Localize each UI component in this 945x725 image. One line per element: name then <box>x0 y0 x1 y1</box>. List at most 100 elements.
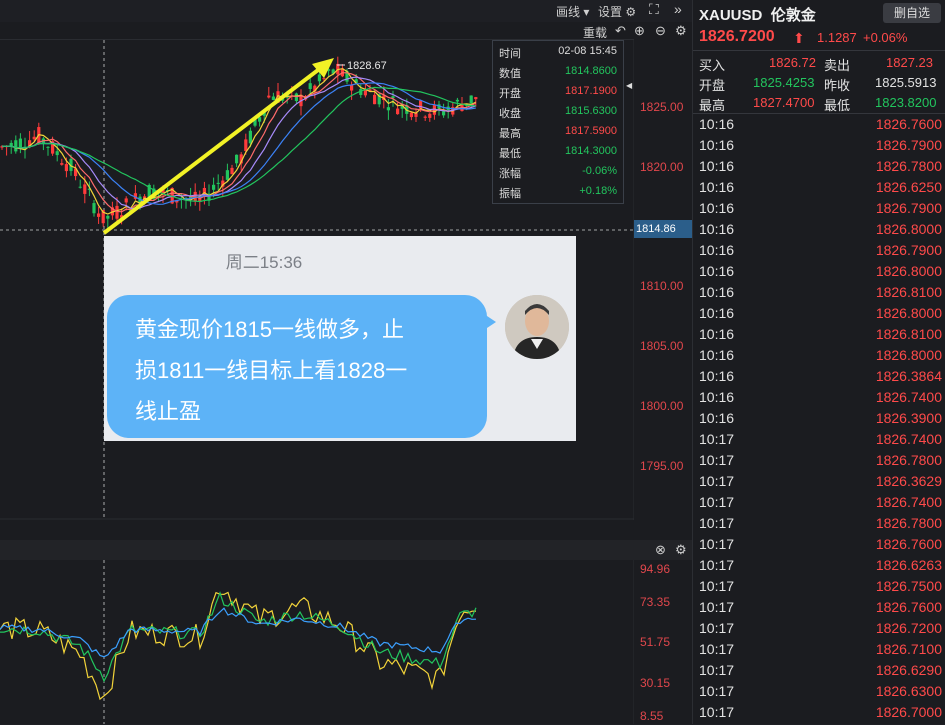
tick-time: 10:17 <box>699 536 735 552</box>
tick-time: 10:16 <box>699 242 735 258</box>
tooltip-row: 收盘 1815.6300 <box>499 105 617 125</box>
tooltip-key: 振幅 <box>499 188 521 200</box>
candle-body <box>363 90 367 96</box>
tick-time: 10:16 <box>699 158 735 174</box>
moving-averages <box>1 68 477 215</box>
change-percent: +0.06% <box>863 30 908 45</box>
tick-time: 10:16 <box>699 137 735 153</box>
tooltip-value: +0.18% <box>579 185 617 197</box>
symbol-title: XAUUSD 伦敦金 <box>699 4 816 25</box>
chat-bubble-tail <box>484 314 496 330</box>
tick-price: 1826.7800 <box>875 452 942 468</box>
tooltip-key: 涨幅 <box>499 168 521 180</box>
indicator-axis: 94.96 73.35 51.75 30.15 8.55 <box>634 560 692 724</box>
tick-time: 10:16 <box>699 326 735 342</box>
tick-price: 1826.3864 <box>875 368 942 384</box>
prev-close-value: 1825.5913 <box>875 75 937 90</box>
tooltip-key: 时间 <box>499 48 521 60</box>
settings-label: 设置 <box>598 5 623 19</box>
tick-time: 10:17 <box>699 578 735 594</box>
moving-average-line <box>1 68 477 215</box>
tick-row: 10:16 1826.8100 <box>693 284 945 305</box>
tick-time: 10:16 <box>699 284 735 300</box>
candle-body <box>469 95 473 104</box>
low-label: 最低 <box>824 98 851 113</box>
draw-label: 画线 <box>556 5 581 19</box>
trend-arrow <box>102 65 324 235</box>
tick-row: 10:16 1826.3864 <box>693 368 945 389</box>
chart-area[interactable]: 画线 ▾ 设置 ⚙ ⛶ » 重载 ↶ ⊕ ⊖ ⚙ 1828.67 1825.00… <box>0 0 692 724</box>
high-value: 1827.4700 <box>753 95 815 110</box>
tick-price: 1826.7100 <box>875 641 942 657</box>
candle-body <box>46 146 50 148</box>
price-tick: 1810.00 <box>640 279 684 293</box>
tick-price: 1826.7800 <box>875 158 942 174</box>
indicator-tick: 73.35 <box>640 595 671 609</box>
close-icon[interactable]: ⊗ <box>655 542 666 558</box>
candle-body <box>474 97 478 100</box>
fullscreen-icon[interactable]: ⛶ <box>649 1 659 18</box>
tick-price: 1826.7500 <box>875 578 942 594</box>
candle-body <box>115 205 119 219</box>
candle-body <box>216 182 220 184</box>
remove-watchlist-button[interactable]: 删自选 <box>883 3 941 23</box>
indicator-chart[interactable] <box>0 560 634 724</box>
zoom-in-icon[interactable]: ⊕ <box>634 23 645 39</box>
candle-body <box>442 111 446 116</box>
tick-time: 10:16 <box>699 410 735 426</box>
undo-icon[interactable]: ↶ <box>615 23 626 39</box>
tick-row: 10:16 1826.7600 <box>693 116 945 137</box>
candle-body <box>106 215 110 219</box>
candle-body <box>391 96 395 99</box>
change-value: 1.1287 <box>817 30 857 45</box>
indicator-header: ⊗ ⚙ <box>0 540 692 560</box>
tick-time: 10:17 <box>699 641 735 657</box>
gear-icon[interactable]: ⚙ <box>675 23 687 39</box>
indicator-line <box>0 591 477 701</box>
tick-price: 1826.6250 <box>875 179 942 195</box>
double-chevron-right-icon[interactable]: » <box>674 1 682 17</box>
tooltip-key: 最高 <box>499 128 521 140</box>
tick-row: 10:17 1826.7600 <box>693 599 945 620</box>
draw-button[interactable]: 画线 ▾ <box>556 3 589 20</box>
price-tick: 1805.00 <box>640 339 684 353</box>
tick-row: 10:16 1826.6250 <box>693 179 945 200</box>
crosshair-price-label: 1814.86 <box>634 220 692 238</box>
tick-time: 10:17 <box>699 494 735 510</box>
tick-row: 10:17 1826.7000 <box>693 704 945 725</box>
tooltip-value: 1817.5900 <box>565 125 617 137</box>
tick-row: 10:17 1826.7800 <box>693 452 945 473</box>
tooltip-key: 最低 <box>499 148 521 160</box>
chat-screenshot: 周二15:36 黄金现价1815一线做多，止 损1811一线目标上看1828一 … <box>104 236 576 441</box>
gear-icon[interactable]: ⚙ <box>675 542 687 558</box>
tick-price: 1826.7400 <box>875 389 942 405</box>
tooltip-row: 最高 1817.5900 <box>499 125 617 145</box>
tick-price: 1826.7800 <box>875 515 942 531</box>
tick-price: 1826.6290 <box>875 662 942 678</box>
tooltip-key: 收盘 <box>499 108 521 120</box>
chart-subbar: 重载 ↶ ⊕ ⊖ ⚙ <box>0 22 692 40</box>
candle-body <box>308 83 312 89</box>
candle-body <box>97 213 101 217</box>
tick-price: 1826.7900 <box>875 200 942 216</box>
moving-average-line <box>1 76 477 210</box>
symbol-name: 伦敦金 <box>770 7 816 24</box>
divider <box>693 50 945 51</box>
candle-body <box>428 113 432 118</box>
tick-price: 1826.7600 <box>875 599 942 615</box>
candle-body <box>248 130 252 144</box>
reload-button[interactable]: 重载 <box>583 24 607 41</box>
tick-time: 10:17 <box>699 473 735 489</box>
tick-time: 10:17 <box>699 704 735 720</box>
zoom-out-icon[interactable]: ⊖ <box>655 23 666 39</box>
caret-left-icon: ◀ <box>626 81 633 90</box>
tick-price: 1826.8000 <box>875 347 942 363</box>
open-label: 开盘 <box>699 78 726 93</box>
tick-price: 1826.7600 <box>875 116 942 132</box>
tooltip-row: 振幅 +0.18% <box>499 185 617 205</box>
indicator-tick: 94.96 <box>640 562 671 576</box>
settings-button[interactable]: 设置 ⚙ <box>598 3 636 20</box>
tick-row: 10:17 1826.7400 <box>693 494 945 515</box>
price-tick: 1800.00 <box>640 399 684 413</box>
tick-price: 1826.3900 <box>875 410 942 426</box>
